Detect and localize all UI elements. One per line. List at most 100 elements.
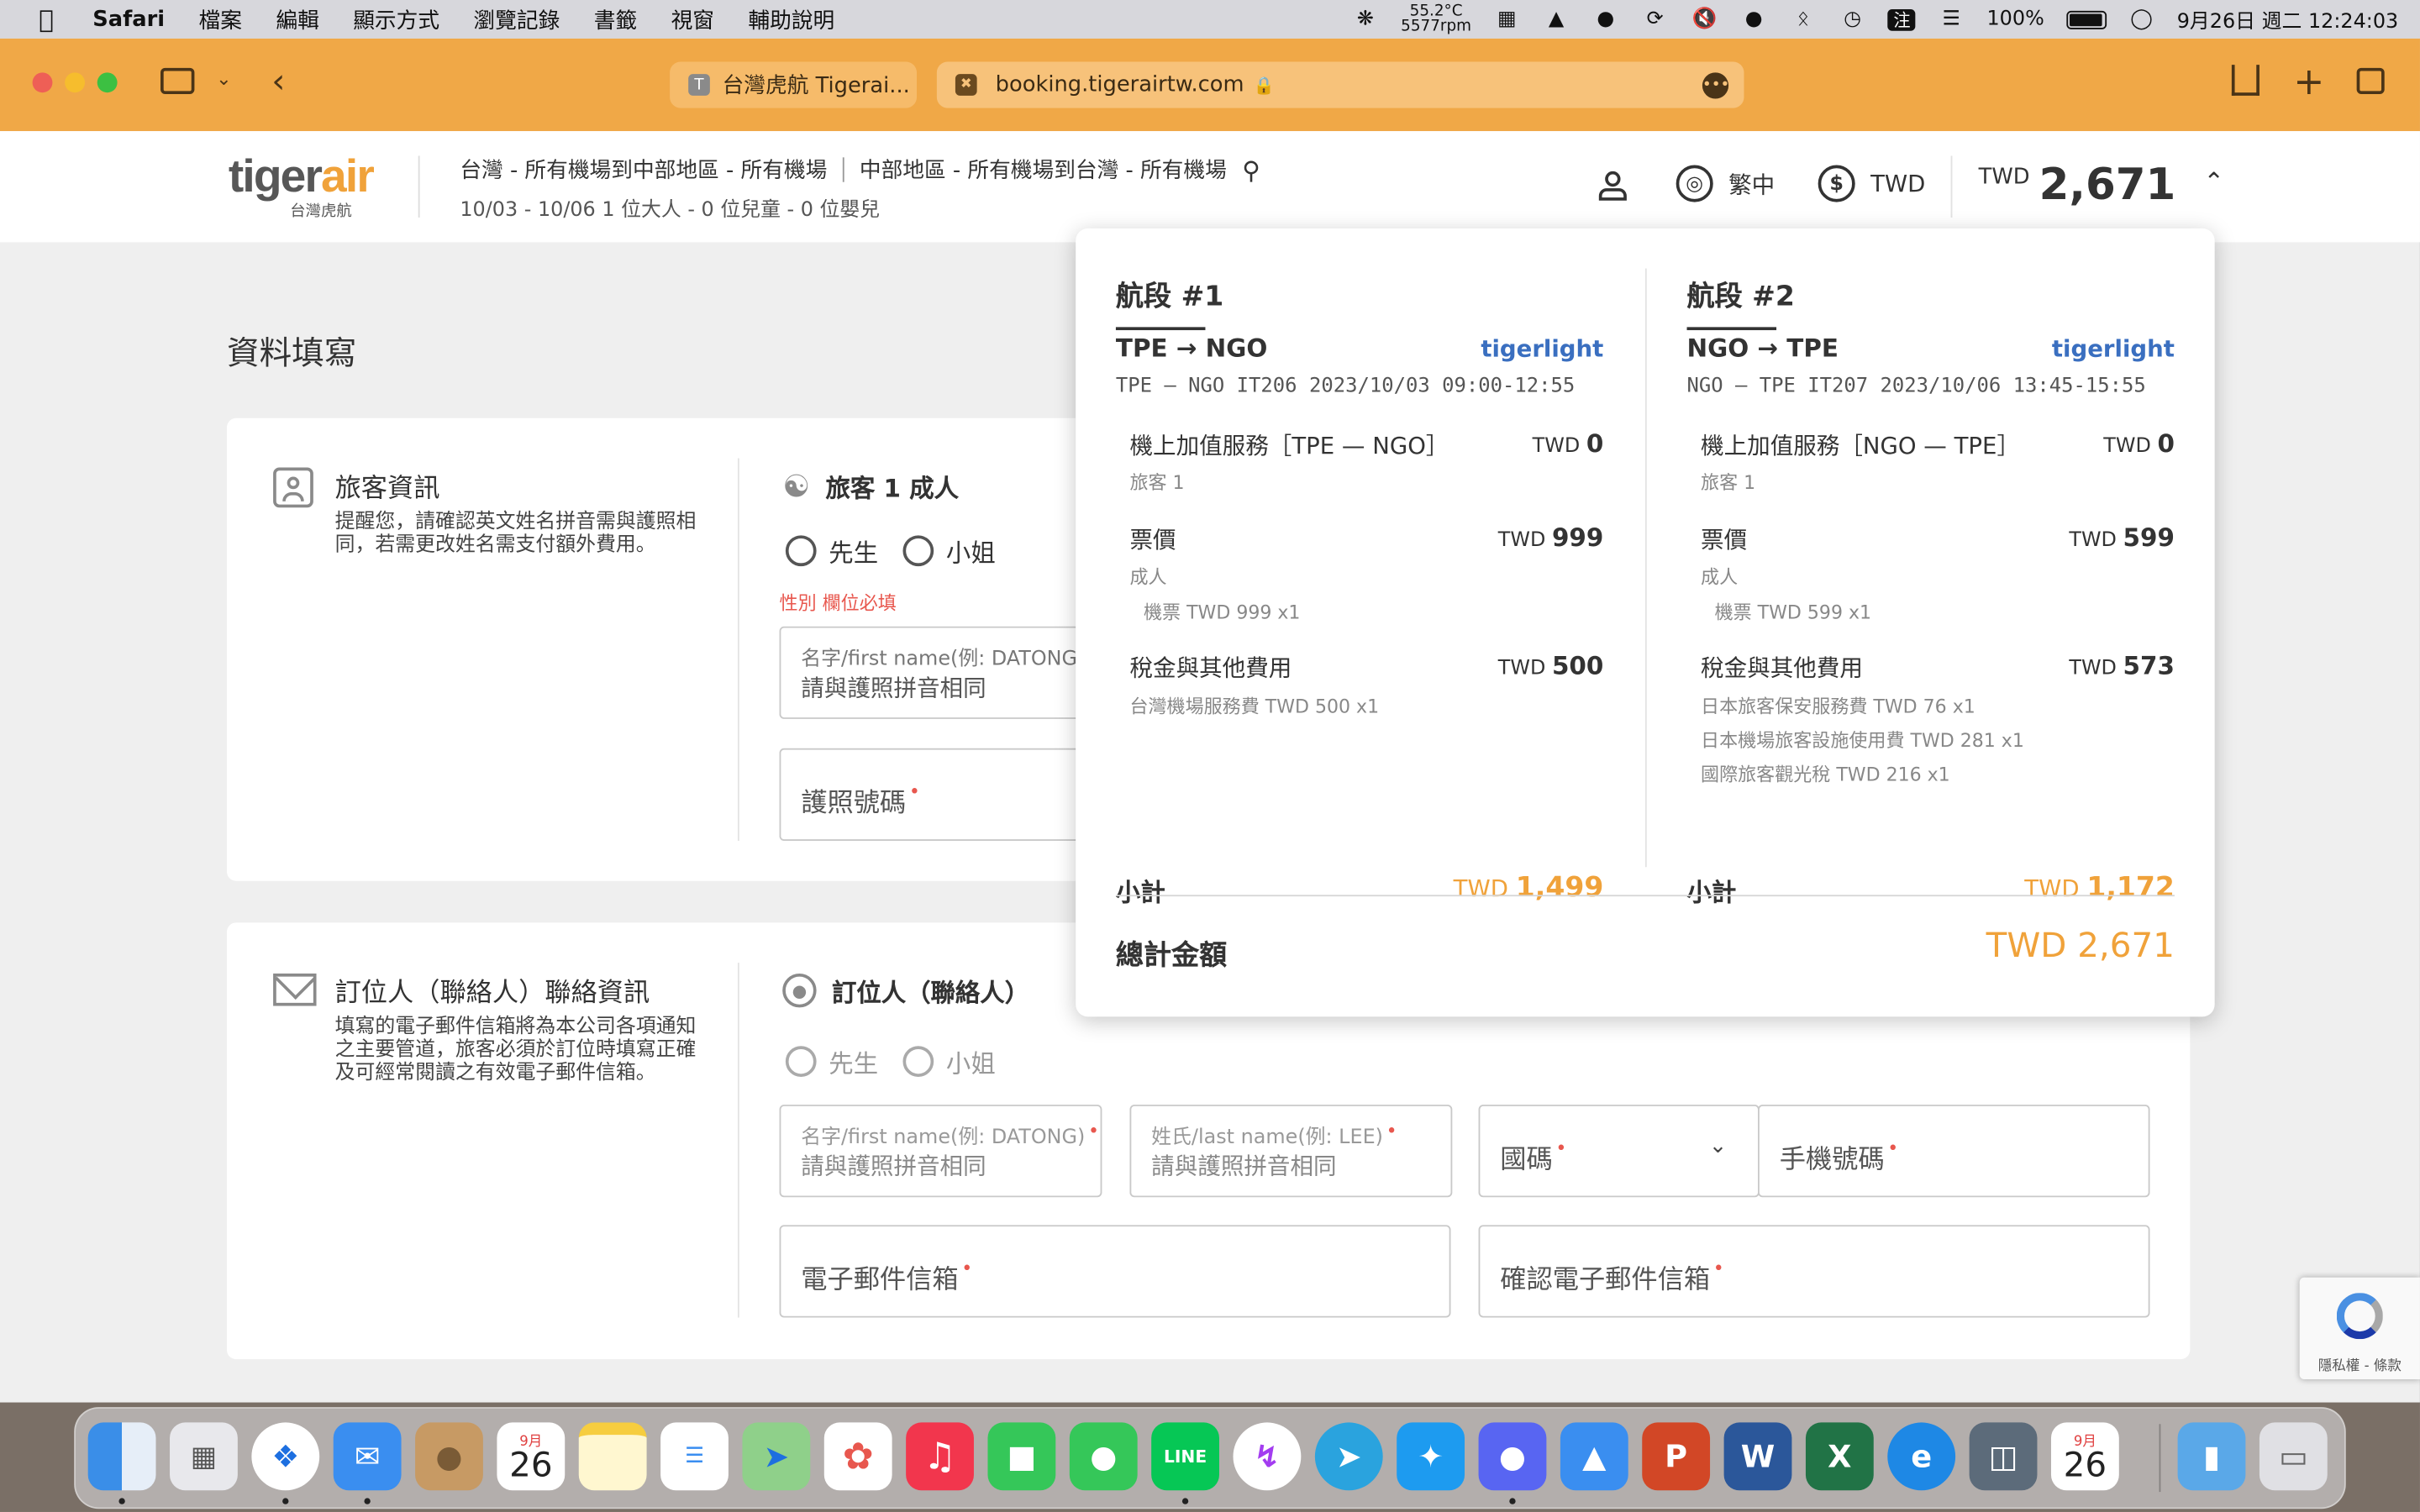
facetime-icon[interactable]: ■ (987, 1422, 1056, 1491)
cpu-temp-readout[interactable]: 55.2°C 5577rpm (1401, 3, 1471, 35)
messages-icon[interactable]: ● (1069, 1422, 1138, 1491)
radio-ms[interactable] (902, 535, 934, 567)
mute-icon[interactable]: 🔇 (1691, 8, 1718, 31)
recaptcha-text[interactable]: 隱私權 - 條款 (2300, 1355, 2420, 1374)
photos-icon[interactable]: ✿ (823, 1422, 892, 1491)
screen-monitor-icon[interactable]: ◫ (1969, 1422, 2038, 1491)
total-price-toggle[interactable]: TWD 2,671 ⌃ (1979, 159, 2224, 210)
menu-bookmarks[interactable]: 書籤 (594, 4, 637, 35)
twitter-icon[interactable]: ✦ (1397, 1422, 1465, 1491)
menu-history[interactable]: 瀏覽記錄 (473, 4, 560, 35)
bluetooth-icon[interactable]: ᛟ (1789, 8, 1817, 31)
fare-line: 票價 TWD 599 成人 機票 TWD 599 x1 (1701, 523, 2175, 625)
menu-clock[interactable]: 9月26日 週二 12:24:03 (2177, 5, 2399, 34)
keynote-icon[interactable]: ▲ (1560, 1422, 1628, 1491)
apple-menu-icon[interactable]:  (0, 5, 92, 34)
finder-icon[interactable] (87, 1422, 156, 1491)
search-icon[interactable]: ⚲ (1242, 155, 1260, 185)
radio-mr-label[interactable]: 先生 (829, 533, 878, 570)
fan-icon[interactable]: ❋ (1351, 8, 1379, 31)
back-icon[interactable]: ‹ (271, 63, 285, 102)
fare-type: tigerlight (1481, 334, 1604, 363)
route-summary[interactable]: 台灣 - 所有機場到中部地區 - 所有機場 中部地區 - 所有機場到台灣 - 所… (460, 155, 1260, 186)
contact-radio-mr-label[interactable]: 先生 (829, 1043, 878, 1080)
addon-amount: 0 (2157, 428, 2175, 459)
account-icon[interactable] (1596, 168, 1629, 202)
input-method-icon[interactable]: 注 (1887, 8, 1917, 30)
mail-icon (273, 973, 317, 1006)
menu-help[interactable]: 輔助說明 (748, 4, 834, 35)
maps-icon[interactable]: ➤ (742, 1422, 811, 1491)
address-bar[interactable]: ✖ booking.tigerairtw.com 🔒 ••• (936, 61, 1744, 108)
fare-cur: TWD (2069, 528, 2117, 553)
country-code-select[interactable]: 國碼 • ⌄ (1478, 1105, 1760, 1198)
contact-firstname-input[interactable]: 名字/first name(例: DATONG) • 請與護照拼音相同 (779, 1105, 1102, 1198)
user-icon[interactable]: ● (1740, 8, 1768, 31)
launchpad-icon[interactable]: ▦ (170, 1422, 238, 1491)
music-icon[interactable]: ♫ (906, 1422, 974, 1491)
edge-icon[interactable]: e (1887, 1422, 1956, 1491)
mobile-number-input[interactable]: 手機號碼 • (1758, 1105, 2150, 1198)
contact-section-title: 訂位人（聯絡人）聯絡資訊 (334, 978, 650, 1010)
sync-icon[interactable]: ⟳ (1641, 8, 1669, 31)
radio-mr[interactable] (785, 535, 817, 567)
memory-icon[interactable]: ▦ (1493, 8, 1521, 31)
contact-lastname-input[interactable]: 姓氏/last name(例: LEE) • 請與護照拼音相同 (1129, 1105, 1453, 1198)
contact-radio-ms[interactable] (902, 1046, 934, 1078)
zoom-window-button[interactable] (97, 72, 118, 93)
control-center-icon[interactable]: ◯ (2128, 8, 2155, 31)
calendar-2-icon[interactable]: 9月 26 (2050, 1422, 2119, 1491)
passport-number-input[interactable]: 護照號碼 • (779, 748, 1081, 842)
chevron-up-icon[interactable]: ⌃ (2203, 166, 2224, 196)
more-icon[interactable]: ••• (1702, 72, 1729, 99)
discord-icon[interactable]: ● (1478, 1422, 1547, 1491)
menu-app-safari[interactable]: Safari (92, 7, 165, 31)
email-input[interactable]: 電子郵件信箱 • (779, 1225, 1451, 1318)
mail-app-icon[interactable]: ✉ (333, 1422, 402, 1491)
sidebar-toggle-icon[interactable] (160, 67, 195, 95)
tab-overview-icon[interactable] (2356, 67, 2385, 95)
addon-line: 機上加值服務［TPE — NGO］ TWD 0 旅客 1 (1129, 429, 1603, 496)
chevron-down-icon[interactable]: ⌄ (216, 68, 231, 90)
new-tab-icon[interactable]: + (2293, 60, 2324, 103)
menu-view[interactable]: 顯示方式 (353, 4, 439, 35)
passenger-firstname-input[interactable]: 名字/first name(例: DATONG) 請與護照拼音相同 (779, 626, 1081, 719)
messenger-icon[interactable]: ↯ (1233, 1422, 1302, 1491)
radio-ms-label[interactable]: 小姐 (946, 533, 996, 570)
contact-radio-ms-label[interactable]: 小姐 (946, 1043, 996, 1080)
tigerair-logo[interactable]: tigerair 台灣虎航 (229, 154, 383, 221)
email-confirm-input[interactable]: 確認電子郵件信箱 • (1478, 1225, 2150, 1318)
contacts-icon[interactable]: ● (415, 1422, 483, 1491)
tab-tigerair[interactable]: T 台灣虎航 Tigerai... (670, 61, 917, 108)
close-window-button[interactable] (32, 72, 53, 93)
line-icon[interactable]: ● (1591, 8, 1619, 31)
minimize-window-button[interactable] (65, 72, 86, 93)
notes-icon[interactable] (578, 1422, 647, 1491)
calendar-icon[interactable]: 9月 26 (497, 1422, 566, 1491)
wifi-icon[interactable]: ☰ (1938, 8, 1965, 31)
share-icon[interactable] (2231, 65, 2260, 96)
telegram-icon[interactable]: ➤ (1314, 1422, 1383, 1491)
line-app-icon[interactable]: LINE (1151, 1422, 1219, 1491)
safari-icon[interactable]: ❖ (251, 1422, 320, 1491)
contact-radio-mr[interactable] (785, 1046, 817, 1078)
time-machine-icon[interactable]: ◷ (1839, 8, 1866, 31)
menu-window[interactable]: 視窗 (671, 4, 714, 35)
recaptcha-badge[interactable]: 隱私權 - 條款 (2299, 1277, 2420, 1380)
battery-icon[interactable] (2065, 9, 2107, 29)
reminders-icon[interactable]: ☰ (660, 1422, 729, 1491)
language-selector[interactable]: ◎ 繁中 (1676, 165, 1775, 202)
trash-icon[interactable]: ▭ (2259, 1422, 2328, 1491)
drive-icon[interactable]: ▲ (1543, 8, 1570, 31)
folder-icon[interactable]: ▮ (2177, 1422, 2246, 1491)
currency-selector[interactable]: $ TWD (1818, 165, 1925, 202)
subtotal-value: TWD 1,499 (1454, 872, 1604, 905)
menu-edit[interactable]: 編輯 (276, 4, 318, 35)
excel-icon[interactable]: X (1805, 1422, 1874, 1491)
grand-total-amount: TWD 2,671 (1986, 927, 2175, 966)
word-icon[interactable]: W (1723, 1422, 1792, 1491)
firstname-label: 名字/first name(例: DATONG) (801, 648, 1081, 671)
battery-percent: 100% (1986, 8, 2044, 31)
menu-file[interactable]: 檔案 (199, 4, 242, 35)
powerpoint-icon[interactable]: P (1642, 1422, 1711, 1491)
